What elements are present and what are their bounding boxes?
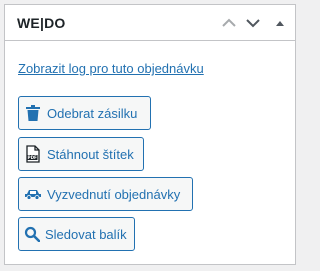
triangle-up-icon xyxy=(276,20,284,26)
chevron-down-icon xyxy=(246,18,260,27)
chevron-up-icon xyxy=(222,18,236,27)
metabox-header: WE|DO xyxy=(5,5,295,41)
order-pickup-label: Vyzvednutí objednávky xyxy=(47,186,181,202)
move-down-button[interactable] xyxy=(241,6,265,40)
download-label-button[interactable]: PDF Stáhnout štítek xyxy=(18,137,144,171)
toggle-panel-button[interactable] xyxy=(265,6,295,40)
remove-shipment-label: Odebrat zásilku xyxy=(47,105,138,121)
view-order-log-link[interactable]: Zobrazit log pro tuto objednávku xyxy=(18,61,204,76)
metabox-title: WE|DO xyxy=(17,14,66,31)
download-label-label: Stáhnout štítek xyxy=(47,146,134,162)
car-icon xyxy=(24,185,42,203)
search-icon xyxy=(24,225,40,243)
pdf-file-icon: PDF xyxy=(24,145,42,163)
remove-shipment-button[interactable]: Odebrat zásilku xyxy=(18,96,151,130)
order-pickup-button[interactable]: Vyzvednutí objednávky xyxy=(18,177,193,211)
track-package-button[interactable]: Sledovat balík xyxy=(18,217,135,251)
svg-text:PDF: PDF xyxy=(28,155,38,160)
handle-actions xyxy=(217,5,295,40)
trash-icon xyxy=(24,104,42,122)
move-up-button[interactable] xyxy=(217,6,241,40)
track-package-label: Sledovat balík xyxy=(45,226,127,242)
wedo-metabox: WE|DO Zobrazit log pro tuto objednávku O… xyxy=(4,4,296,265)
